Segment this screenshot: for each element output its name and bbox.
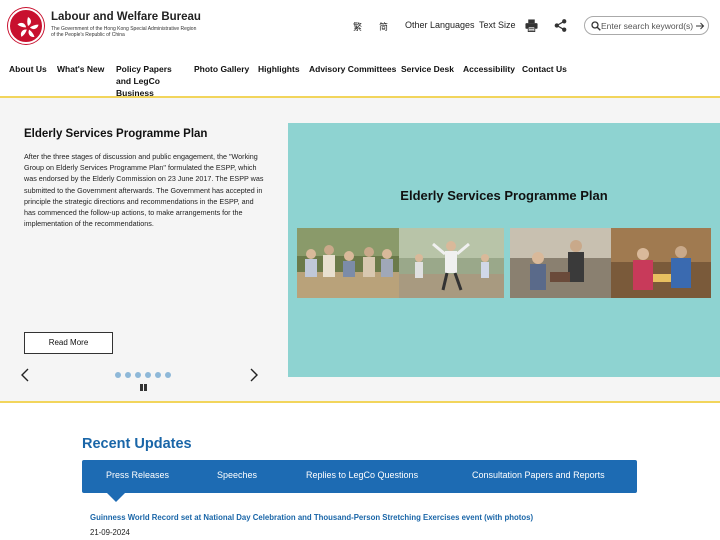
search-input[interactable] [601,19,693,32]
carousel-dot[interactable] [155,372,161,378]
nav-item-photo-gallery[interactable]: Photo Gallery [194,63,249,75]
carousel-dot[interactable] [115,372,121,378]
nav-item-highlights[interactable]: Highlights [258,63,300,75]
carousel-pause-icon[interactable] [140,384,148,392]
nav-item-accessibility[interactable]: Accessibility [463,63,515,75]
elderly-group-photo [297,228,399,298]
other-languages-link[interactable]: Other Languages [405,20,475,30]
recent-updates-tabs: Press Releases Speeches Replies to LegCo… [82,460,637,493]
nav-item-contact-us[interactable]: Contact Us [522,63,567,75]
nav-item-service-desk[interactable]: Service Desk [401,63,454,75]
elderly-care-photo [510,228,611,298]
update-item-title[interactable]: Guinness World Record set at National Da… [90,513,533,522]
nav-item-policy-papers[interactable]: Policy Papers and LegCo Business [116,63,186,99]
read-more-button[interactable]: Read More [24,332,113,354]
bauhinia-icon [17,17,39,37]
slide-image[interactable]: Elderly Services Programme Plan [288,123,720,377]
lang-simplified-link[interactable]: 简 [379,20,388,33]
elderly-homecare-photo [611,228,711,298]
share-icon[interactable] [554,19,567,32]
carousel-dot[interactable] [135,372,141,378]
slide-image-title: Elderly Services Programme Plan [400,188,608,203]
site-header: Labour and Welfare Bureau The Government… [0,0,720,52]
carousel-dot[interactable] [125,372,131,378]
site-title[interactable]: Labour and Welfare Bureau [51,11,201,23]
search-submit-arrow-icon[interactable] [695,21,705,31]
hksar-emblem-logo[interactable] [8,8,44,44]
carousel-dot[interactable] [165,372,171,378]
tab-consultation-papers[interactable]: Consultation Papers and Reports [472,470,605,480]
text-size-link[interactable]: Text Size [479,20,516,30]
carousel-dot[interactable] [145,372,151,378]
nav-item-advisory-committees[interactable]: Advisory Committees [309,63,396,75]
tab-replies-legco[interactable]: Replies to LegCo Questions [306,470,418,480]
recent-updates-heading: Recent Updates [82,436,192,452]
update-item-date: 21-09-2024 [90,528,130,537]
site-subtitle: The Government of the Hong Kong Special … [51,26,197,38]
main-navigation: About Us What's New Policy Papers and Le… [0,60,720,98]
search-box [584,16,709,35]
tab-speeches[interactable]: Speeches [217,470,257,480]
banner-carousel: Elderly Services Programme Plan After th… [0,96,720,403]
nav-item-whats-new[interactable]: What's New [57,63,104,75]
carousel-next-chevron-icon[interactable] [248,368,260,382]
slide-title: Elderly Services Programme Plan [24,128,208,140]
slide-description: After the three stages of discussion and… [24,152,264,229]
tab-press-releases[interactable]: Press Releases [106,470,169,480]
carousel-prev-chevron-icon[interactable] [19,368,31,382]
print-icon[interactable] [525,19,538,32]
search-icon [591,21,601,31]
nav-item-about-us[interactable]: About Us [9,63,47,75]
elderly-exercise-photo [399,228,504,298]
active-tab-indicator [107,493,125,502]
lang-traditional-link[interactable]: 繁 [353,20,362,33]
